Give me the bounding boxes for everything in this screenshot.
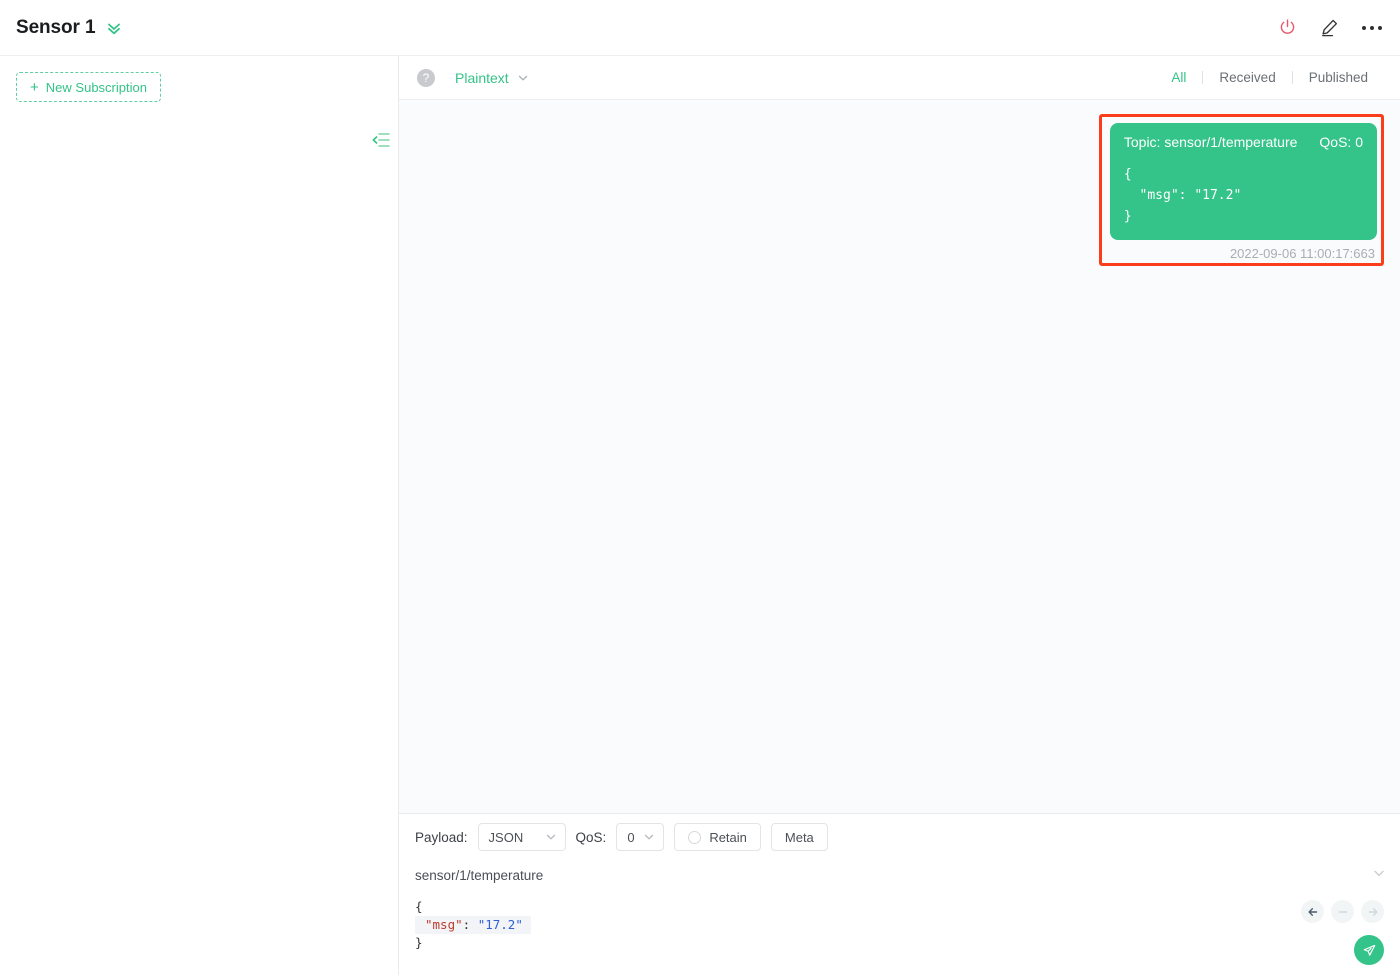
messages-toolbar: ? Plaintext All Received Published	[399, 56, 1400, 100]
main-body: + New Subscription ? Plaintext All Recei…	[0, 56, 1400, 975]
filter-tab-published[interactable]: Published	[1293, 70, 1384, 85]
json-key: "msg"	[425, 917, 463, 932]
edit-pencil-icon[interactable]	[1319, 17, 1340, 38]
filter-tab-received[interactable]: Received	[1203, 70, 1291, 85]
editor-line: }	[415, 935, 423, 950]
json-value: "17.2"	[477, 917, 523, 932]
retain-radio-icon	[688, 830, 702, 844]
qos-label: QoS:	[575, 829, 607, 845]
meta-button[interactable]: Meta	[770, 823, 828, 851]
meta-label: Meta	[784, 829, 814, 845]
message-item: Topic: sensor/1/temperature QoS: 0 { "ms…	[1109, 123, 1377, 262]
payload-editor[interactable]: { "msg": "17.2" }	[399, 890, 1400, 975]
history-forward-icon[interactable]	[1361, 900, 1384, 923]
chevron-down-icon	[546, 834, 555, 840]
retain-toggle[interactable]: Retain	[674, 823, 761, 851]
json-colon: :	[462, 917, 478, 932]
chevron-down-icon	[645, 834, 654, 840]
message-highlight-annotation: Topic: sensor/1/temperature QoS: 0 { "ms…	[1098, 114, 1384, 267]
message-bubble-published[interactable]: Topic: sensor/1/temperature QoS: 0 { "ms…	[1109, 123, 1377, 241]
messages-panel: ? Plaintext All Received Published Topic…	[399, 56, 1400, 975]
payload-type-select[interactable]: JSON	[477, 823, 566, 851]
editor-line: {	[415, 899, 423, 914]
filter-tab-all[interactable]: All	[1155, 70, 1202, 85]
message-payload: { "msg": "17.2" }	[1123, 167, 1242, 225]
editor-line-highlighted: "msg": "17.2"	[415, 916, 531, 934]
message-row: Topic: sensor/1/temperature QoS: 0 { "ms…	[415, 114, 1384, 267]
payload-type-label: Payload:	[415, 829, 468, 845]
payload-format-label: Plaintext	[455, 69, 509, 86]
chevron-down-icon	[518, 75, 527, 80]
message-bubble-header: Topic: sensor/1/temperature QoS: 0	[1124, 134, 1363, 150]
message-qos: QoS: 0	[1319, 134, 1363, 150]
new-subscription-button[interactable]: + New Subscription	[16, 72, 161, 102]
publish-topic-row: sensor/1/temperature	[399, 860, 1400, 890]
payload-type-value: JSON	[488, 829, 524, 845]
publish-panel: Payload: JSON QoS: 0 Retain Meta sensor/…	[399, 813, 1400, 975]
qos-value: 0	[627, 829, 635, 845]
payload-format-select[interactable]: Plaintext	[455, 70, 529, 86]
send-publish-button[interactable]	[1354, 935, 1384, 965]
send-plane-icon	[1363, 944, 1375, 956]
publish-topic-input[interactable]: sensor/1/temperature	[415, 868, 1372, 883]
more-options-icon[interactable]	[1362, 25, 1382, 30]
message-timestamp: 2022-09-06 11:00:17:663	[1229, 246, 1375, 262]
subscriptions-sidebar: + New Subscription	[0, 56, 399, 975]
qos-select[interactable]: 0	[616, 823, 665, 851]
double-chevron-down-icon[interactable]	[105, 19, 123, 37]
new-subscription-label: New Subscription	[45, 79, 147, 95]
topic-collapse-chevron-down-icon[interactable]	[1372, 866, 1386, 885]
power-icon[interactable]	[1278, 18, 1297, 37]
top-bar: Sensor 1	[0, 0, 1400, 56]
retain-label: Retain	[709, 829, 747, 845]
message-filter-tabs: All Received Published	[1155, 70, 1384, 85]
page-title: Sensor 1	[16, 16, 96, 38]
editor-history-controls	[1301, 900, 1384, 923]
history-clear-icon[interactable]	[1331, 900, 1354, 923]
help-icon[interactable]: ?	[417, 68, 435, 87]
plus-icon: +	[30, 78, 39, 96]
mqtt-client-window: Sensor 1 + New Subscription ? Plaintext …	[0, 0, 1400, 975]
message-topic: Topic: sensor/1/temperature	[1123, 134, 1298, 150]
collapse-panel-icon[interactable]	[372, 132, 390, 148]
top-bar-actions	[1278, 17, 1382, 38]
message-stream[interactable]: Topic: sensor/1/temperature QoS: 0 { "ms…	[399, 100, 1400, 813]
publish-options-row: Payload: JSON QoS: 0 Retain Meta	[399, 814, 1400, 860]
history-back-icon[interactable]	[1301, 900, 1324, 923]
